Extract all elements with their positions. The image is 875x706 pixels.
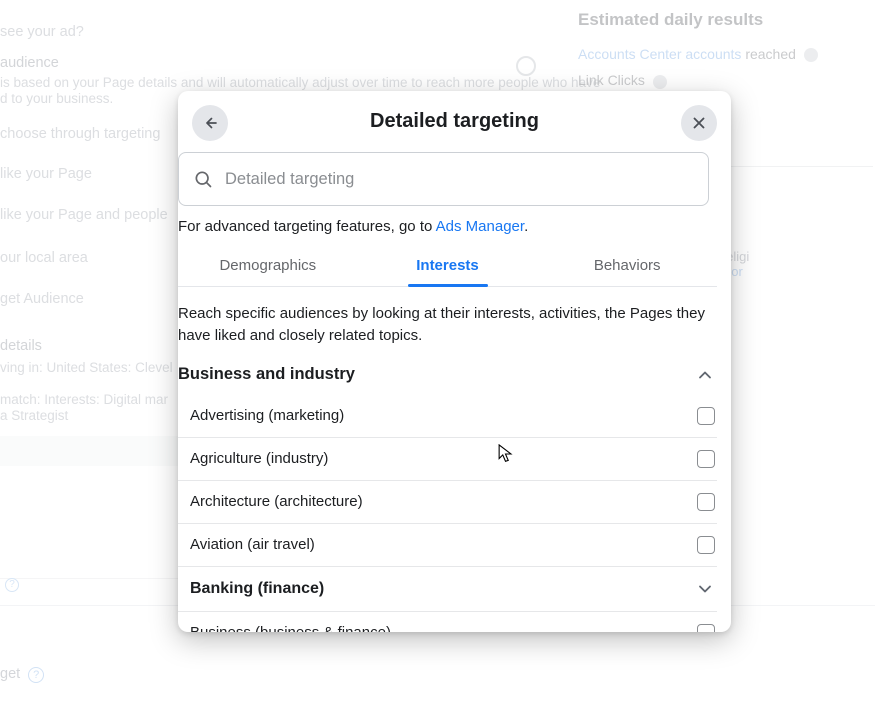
tab-demographics[interactable]: Demographics	[178, 247, 358, 286]
targeting-tabs: Demographics Interests Behaviors	[178, 247, 717, 287]
tab-behaviors[interactable]: Behaviors	[537, 247, 717, 286]
subcategory-banking[interactable]: Banking (finance)	[178, 567, 717, 612]
search-icon	[193, 169, 213, 189]
interest-item[interactable]: Architecture (architecture)	[178, 481, 717, 524]
checkbox[interactable]	[697, 450, 715, 468]
interest-label: Architecture (architecture)	[190, 493, 363, 510]
close-icon	[690, 114, 708, 132]
chevron-down-icon	[695, 579, 715, 599]
search-field[interactable]	[178, 152, 709, 206]
modal-scroll[interactable]: For advanced targeting features, go to A…	[178, 152, 731, 632]
interest-item[interactable]: Advertising (marketing)	[178, 395, 717, 438]
advanced-prefix: For advanced targeting features, go to	[178, 218, 436, 235]
checkbox[interactable]	[697, 536, 715, 554]
period: .	[524, 218, 528, 235]
interest-item[interactable]: Business (business & finance)	[178, 612, 717, 633]
ads-manager-link[interactable]: Ads Manager	[436, 218, 524, 235]
interest-item[interactable]: Agriculture (industry)	[178, 438, 717, 481]
arrow-left-icon	[201, 114, 219, 132]
modal-header: Detailed targeting	[178, 91, 731, 152]
interest-label: Business (business & finance)	[190, 624, 391, 632]
search-input[interactable]	[225, 170, 694, 189]
detailed-targeting-modal: Detailed targeting For advanced targetin…	[178, 91, 731, 632]
category-label: Business and industry	[178, 365, 355, 384]
checkbox[interactable]	[697, 493, 715, 511]
interest-label: Agriculture (industry)	[190, 450, 328, 467]
tab-interests[interactable]: Interests	[358, 247, 538, 286]
interests-description: Reach specific audiences by looking at t…	[178, 303, 717, 347]
checkbox[interactable]	[697, 407, 715, 425]
modal-body: For advanced targeting features, go to A…	[178, 152, 731, 632]
interest-label: Advertising (marketing)	[190, 407, 344, 424]
interest-item[interactable]: Aviation (air travel)	[178, 524, 717, 567]
subcategory-label: Banking (finance)	[190, 580, 324, 598]
advanced-line: For advanced targeting features, go to A…	[178, 218, 717, 235]
back-button[interactable]	[192, 105, 228, 141]
interest-label: Aviation (air travel)	[190, 536, 315, 553]
chevron-up-icon	[695, 365, 715, 385]
checkbox[interactable]	[697, 624, 715, 633]
modal-title: Detailed targeting	[370, 110, 539, 133]
category-business-industry[interactable]: Business and industry	[178, 361, 717, 395]
close-button[interactable]	[681, 105, 717, 141]
